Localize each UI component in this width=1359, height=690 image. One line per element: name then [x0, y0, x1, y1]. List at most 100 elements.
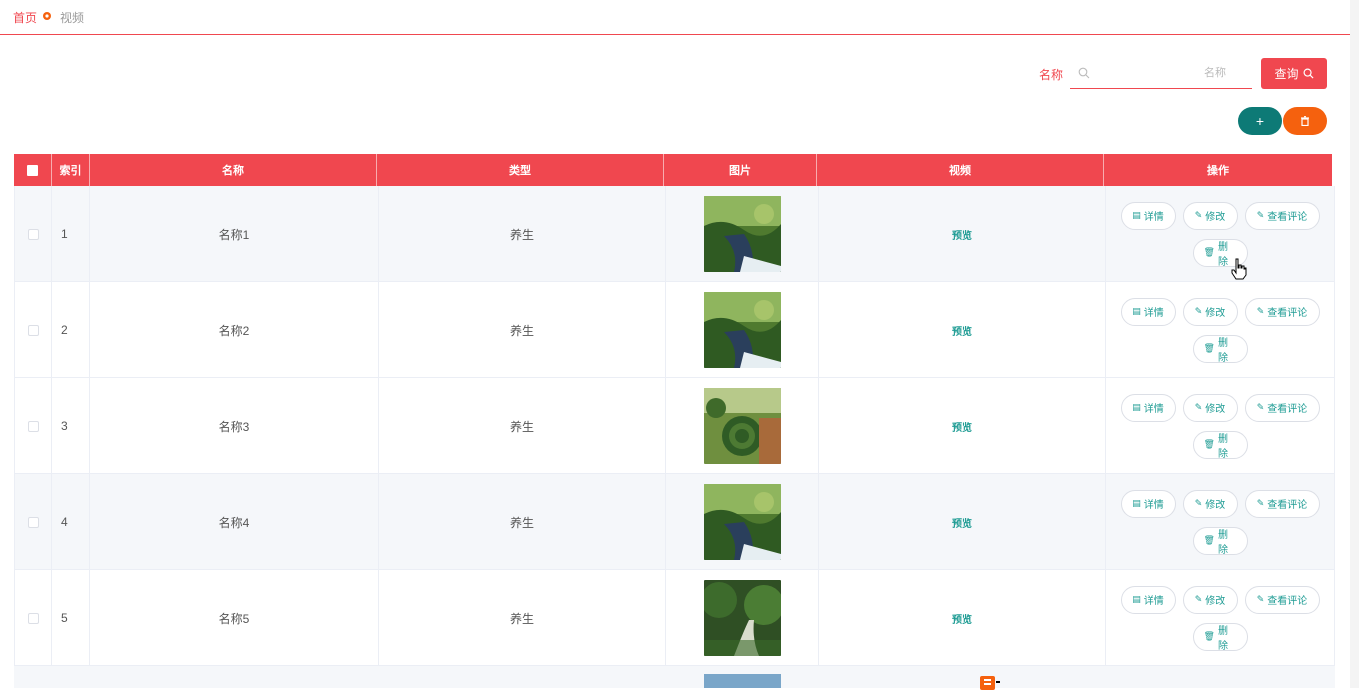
row-name: 名称1: [90, 186, 379, 282]
data-table: 索引 名称 类型 图片 视频 操作 1 名称1 养生 预览 ▤详情 ✎修改: [14, 154, 1335, 688]
batch-delete-button[interactable]: [1283, 107, 1327, 135]
row-video-cell: 预览: [819, 570, 1106, 666]
document-icon: ▤: [1132, 306, 1141, 316]
row-index: 3: [52, 378, 90, 474]
row-index: 1: [52, 186, 90, 282]
edit-button[interactable]: ✎ 修改: [1182, 201, 1238, 230]
row-type: 养生: [379, 378, 666, 474]
video-preview-link[interactable]: 预览: [952, 323, 972, 338]
document-icon: ▤: [1132, 210, 1141, 220]
row-video-cell: 预览: [819, 378, 1106, 474]
add-button[interactable]: +: [1238, 107, 1282, 135]
row-video-cell: 预览: [819, 186, 1106, 282]
video-preview-link[interactable]: 预览: [952, 227, 972, 242]
trash-icon: [1301, 116, 1309, 126]
row-type: 养生: [379, 186, 666, 282]
edit-button[interactable]: ✎ 修改: [1182, 393, 1238, 422]
table-row: 1 名称1 养生 预览 ▤ 详情 ✎ 修改 ✎ 查看评论 🗑 删除: [14, 186, 1335, 282]
video-preview-link[interactable]: 预览: [952, 611, 972, 626]
scrollbar[interactable]: [1350, 0, 1359, 688]
row-image-cell: [666, 186, 819, 282]
edit-icon: ✎: [1194, 210, 1203, 220]
row-image-cell: [666, 282, 819, 378]
header-video: 视频: [817, 154, 1104, 186]
edit-icon: ✎: [1194, 402, 1203, 412]
query-label: 查询: [1274, 67, 1299, 81]
search-icon: [1078, 67, 1090, 79]
edit-button[interactable]: ✎ 修改: [1182, 297, 1238, 326]
row-checkbox[interactable]: [14, 474, 52, 570]
row-checkbox[interactable]: [14, 186, 52, 282]
row-checkbox[interactable]: [14, 282, 52, 378]
edit-button[interactable]: ✎ 修改: [1182, 489, 1238, 518]
row-index: 4: [52, 474, 90, 570]
edit-button[interactable]: ✎ 修改: [1182, 585, 1238, 614]
edit-icon: ✎: [1194, 498, 1203, 508]
edit-icon: ✎: [1194, 594, 1203, 604]
detail-button[interactable]: ▤ 详情: [1120, 201, 1176, 230]
trash-icon: 🗑: [1203, 343, 1215, 353]
table-body: 1 名称1 养生 预览 ▤ 详情 ✎ 修改 ✎ 查看评论 🗑 删除 2 名称2 …: [14, 186, 1335, 688]
row-operations: ▤ 详情 ✎ 修改 ✎ 查看评论 🗑 删除: [1106, 282, 1335, 378]
trash-icon: 🗑: [1203, 631, 1215, 641]
row-name: 名称4: [90, 474, 379, 570]
view-comments-button[interactable]: ✎ 查看评论: [1244, 489, 1320, 518]
thumbnail-image[interactable]: [704, 674, 781, 688]
search-label: 名称: [1039, 68, 1064, 82]
view-comments-button[interactable]: ✎ 查看评论: [1244, 393, 1320, 422]
search-input[interactable]: [1096, 64, 1246, 82]
hand-cursor-icon: [1231, 258, 1247, 280]
header-index: 索引: [52, 154, 90, 186]
row-name: 名称2: [90, 282, 379, 378]
detail-button[interactable]: ▤ 详情: [1120, 297, 1176, 326]
thumbnail-image[interactable]: [703, 196, 781, 272]
detail-button[interactable]: ▤ 详情: [1120, 489, 1176, 518]
header-name: 名称: [90, 154, 377, 186]
row-name: 名称5: [90, 570, 379, 666]
trash-icon: 🗑: [1203, 439, 1215, 449]
detail-button[interactable]: ▤ 详情: [1120, 585, 1176, 614]
delete-button[interactable]: 🗑 删除: [1192, 334, 1248, 364]
view-comments-button[interactable]: ✎ 查看评论: [1244, 585, 1320, 614]
thumbnail-image[interactable]: [703, 580, 781, 656]
edit-icon: ✎: [1256, 402, 1265, 412]
table-row: 2 名称2 养生 预览 ▤ 详情 ✎ 修改 ✎ 查看评论 🗑 删除: [14, 282, 1335, 378]
search-icon: [1303, 68, 1314, 79]
thumbnail-image[interactable]: [703, 484, 781, 560]
plus-icon: +: [1255, 113, 1265, 129]
row-operations: ▤ 详情 ✎ 修改 ✎ 查看评论 🗑 删除: [1106, 474, 1335, 570]
detail-button[interactable]: ▤ 详情: [1120, 393, 1176, 422]
view-comments-button[interactable]: ✎ 查看评论: [1244, 201, 1320, 230]
search-field[interactable]: [1070, 58, 1252, 89]
query-button[interactable]: 查询: [1261, 58, 1327, 89]
row-operations: ▤ 详情 ✎ 修改 ✎ 查看评论 🗑 删除: [1106, 570, 1335, 666]
edit-icon: ✎: [1194, 306, 1203, 316]
header-type: 类型: [377, 154, 664, 186]
document-icon: ▤: [1132, 498, 1141, 508]
delete-button[interactable]: 🗑 删除: [1192, 430, 1248, 460]
header-image: 图片: [664, 154, 817, 186]
thumbnail-image[interactable]: [703, 292, 781, 368]
edit-icon: ✎: [1256, 594, 1265, 604]
breadcrumb-current: 视频: [60, 11, 85, 25]
breadcrumb: 首页 视频: [0, 0, 1350, 35]
select-all-checkbox[interactable]: [14, 154, 52, 186]
row-operations: ▤ 详情 ✎ 修改 ✎ 查看评论 🗑 删除: [1106, 186, 1335, 282]
row-image-cell: [666, 474, 819, 570]
header-operations: 操作: [1207, 165, 1229, 177]
delete-button[interactable]: 🗑 删除: [1192, 526, 1248, 556]
delete-button[interactable]: 🗑 删除: [1192, 622, 1248, 652]
row-checkbox[interactable]: [14, 570, 52, 666]
edit-icon: ✎: [1256, 210, 1265, 220]
flower-icon: [43, 12, 51, 20]
row-index: 2: [52, 282, 90, 378]
row-image-cell: [666, 378, 819, 474]
trash-icon: 🗑: [1203, 535, 1215, 545]
video-preview-link[interactable]: 预览: [952, 515, 972, 530]
thumbnail-image[interactable]: [703, 388, 781, 464]
view-comments-button[interactable]: ✎ 查看评论: [1244, 297, 1320, 326]
video-preview-link[interactable]: 预览: [952, 419, 972, 434]
trash-icon: 🗑: [1203, 247, 1215, 257]
breadcrumb-home[interactable]: 首页: [13, 9, 37, 26]
row-checkbox[interactable]: [14, 378, 52, 474]
